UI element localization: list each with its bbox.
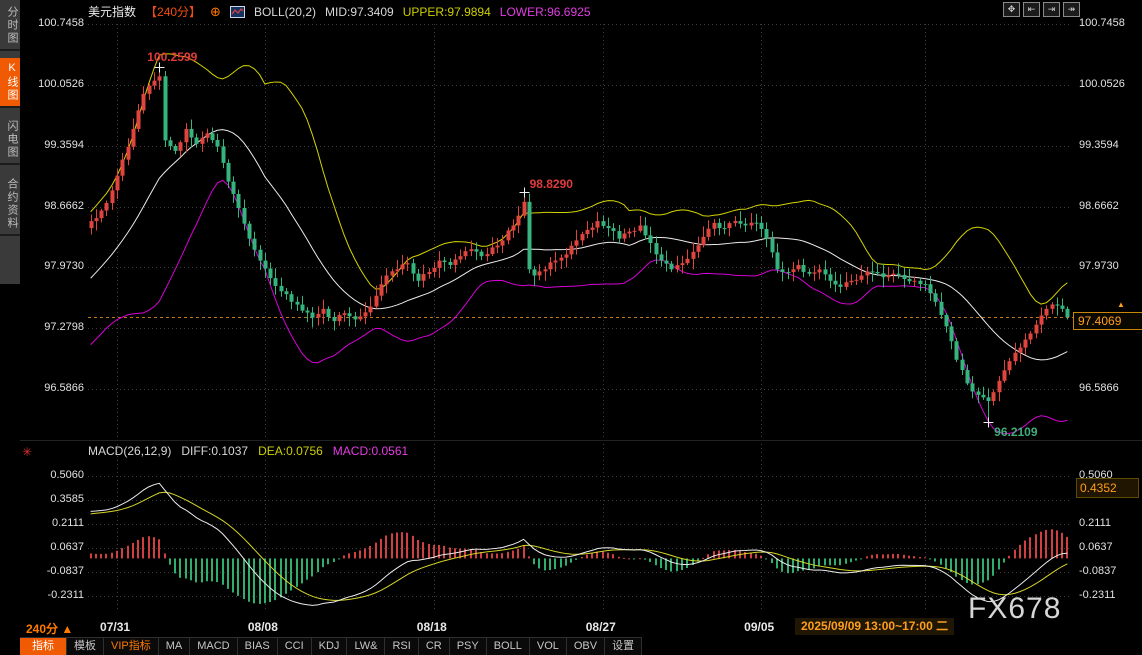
toolbar-item-11[interactable]: PSY	[450, 638, 487, 655]
price-label-left-2: 99.3594	[22, 139, 84, 151]
toolbar-item-10[interactable]: CR	[419, 638, 450, 655]
macd-dea-value: DEA:0.0756	[258, 444, 323, 458]
macd-label-right-5: -0.2311	[1079, 589, 1116, 601]
toolbar-item-2[interactable]: VIP指标	[104, 638, 159, 655]
macd-label-left-1: 0.3585	[22, 493, 84, 505]
price-label-left-5: 97.2798	[22, 321, 84, 333]
boll-lower-value: LOWER:96.6925	[500, 5, 591, 19]
sidebar-item-3[interactable]: 合约资料	[0, 174, 20, 236]
price-label-right-3: 98.6662	[1079, 200, 1119, 212]
date-label-2: 08/18	[417, 620, 447, 634]
date-label-1: 08/08	[248, 620, 278, 634]
macd-diff-value: DIFF:0.1037	[181, 444, 248, 458]
boll-upper-value: UPPER:97.9894	[403, 5, 491, 19]
toolbar-item-4[interactable]: MACD	[190, 638, 237, 655]
period-label[interactable]: 【240分】	[145, 3, 201, 20]
boll-mid-value: MID:97.3409	[325, 5, 394, 19]
chart-annotation-2: 96.2109	[994, 425, 1037, 439]
macd-highlight-value: 0.4352	[1076, 478, 1139, 498]
toolbar-item-0[interactable]: 指标	[20, 638, 67, 655]
price-label-right-1: 100.0526	[1079, 78, 1125, 90]
toolbar-item-9[interactable]: RSI	[385, 638, 418, 655]
macd-macd-value: MACD:0.0561	[333, 444, 408, 458]
date-label-4: 09/05	[744, 620, 774, 634]
indicator-toolbar: 指标模板VIP指标MAMACDBIASCCIKDJLW&RSICRPSYBOLL…	[20, 637, 642, 655]
sidebar-item-2[interactable]: 闪电图	[0, 116, 20, 165]
price-marker-icon: ▲	[1117, 300, 1125, 309]
trading-terminal: 分时图 K线图闪电图合约资料 美元指数 【240分】 ⊕ BOLL(20,2) M…	[0, 0, 1142, 655]
current-price-box[interactable]: 97.4069	[1073, 312, 1142, 330]
toolbar-item-15[interactable]: 设置	[605, 638, 642, 655]
toolbar-item-3[interactable]: MA	[159, 638, 191, 655]
macd-label-right-2: 0.2111	[1079, 517, 1111, 529]
price-label-right-0: 100.7458	[1079, 17, 1125, 29]
macd-label-right-4: -0.0837	[1079, 565, 1116, 577]
price-label-right-4: 97.9730	[1079, 260, 1119, 272]
chart-nav-buttons: ✥⇤⇥↠	[1003, 2, 1080, 17]
macd-label-left-4: -0.0837	[22, 565, 84, 577]
goto-latest-icon[interactable]: ↠	[1063, 2, 1080, 17]
chart-annotation-1: 98.8290	[530, 177, 573, 191]
toolbar-item-5[interactable]: BIAS	[238, 638, 278, 655]
symbol-name: 美元指数	[88, 3, 136, 20]
sidebar-item-0[interactable]: 分时图	[0, 2, 20, 51]
toolbar-item-14[interactable]: OBV	[567, 638, 605, 655]
pan-left-icon[interactable]: ⇤	[1023, 2, 1040, 17]
price-label-right-6: 96.5866	[1079, 382, 1119, 394]
chart-annotation-0: 100.2599	[147, 50, 197, 64]
pan-right-icon[interactable]: ⇥	[1043, 2, 1060, 17]
price-label-left-6: 96.5866	[22, 382, 84, 394]
macd-label-right-3: 0.0637	[1079, 541, 1113, 553]
current-bar-time: 2025/09/09 13:00~17:00 二	[795, 618, 954, 635]
pan-icon[interactable]: ✥	[1003, 2, 1020, 17]
toolbar-item-8[interactable]: LW&	[347, 638, 385, 655]
chart-title-bar: 美元指数 【240分】 ⊕ BOLL(20,2) MID:97.3409 UPP…	[88, 3, 591, 20]
macd-label-left-2: 0.2111	[22, 517, 84, 529]
toolbar-item-12[interactable]: BOLL	[487, 638, 530, 655]
price-label-left-4: 97.9730	[22, 260, 84, 272]
toolbar-item-6[interactable]: CCI	[278, 638, 312, 655]
sidebar-item-1[interactable]: K线图	[0, 58, 20, 108]
macd-label-left-5: -0.2311	[22, 589, 84, 601]
price-label-left-1: 100.0526	[22, 78, 84, 90]
macd-params-label: MACD(26,12,9)	[88, 444, 171, 458]
macd-label-left-0: 0.5060	[22, 469, 84, 481]
indicator-chart-icon[interactable]	[230, 6, 245, 18]
price-label-right-2: 99.3594	[1079, 139, 1119, 151]
toolbar-item-13[interactable]: VOL	[530, 638, 567, 655]
macd-label-left-3: 0.0637	[22, 541, 84, 553]
price-label-left-0: 100.7458	[22, 17, 84, 29]
toolbar-item-1[interactable]: 模板	[67, 638, 104, 655]
macd-flag-icon[interactable]: ✳	[22, 445, 32, 459]
brand-watermark: FX678	[968, 592, 1061, 626]
toolbar-item-7[interactable]: KDJ	[312, 638, 348, 655]
period-selector[interactable]: 240分 ▲	[26, 620, 73, 637]
price-label-left-3: 98.6662	[22, 200, 84, 212]
date-label-0: 07/31	[100, 620, 130, 634]
price-chart-canvas[interactable]	[0, 0, 1142, 655]
boll-params-label: BOLL(20,2)	[254, 5, 316, 19]
left-sidebar: 分时图 K线图闪电图合约资料	[0, 0, 20, 655]
macd-header: MACD(26,12,9) DIFF:0.1037 DEA:0.0756 MAC…	[88, 444, 408, 458]
date-label-3: 08/27	[586, 620, 616, 634]
crosshair-icon[interactable]: ⊕	[210, 4, 221, 20]
